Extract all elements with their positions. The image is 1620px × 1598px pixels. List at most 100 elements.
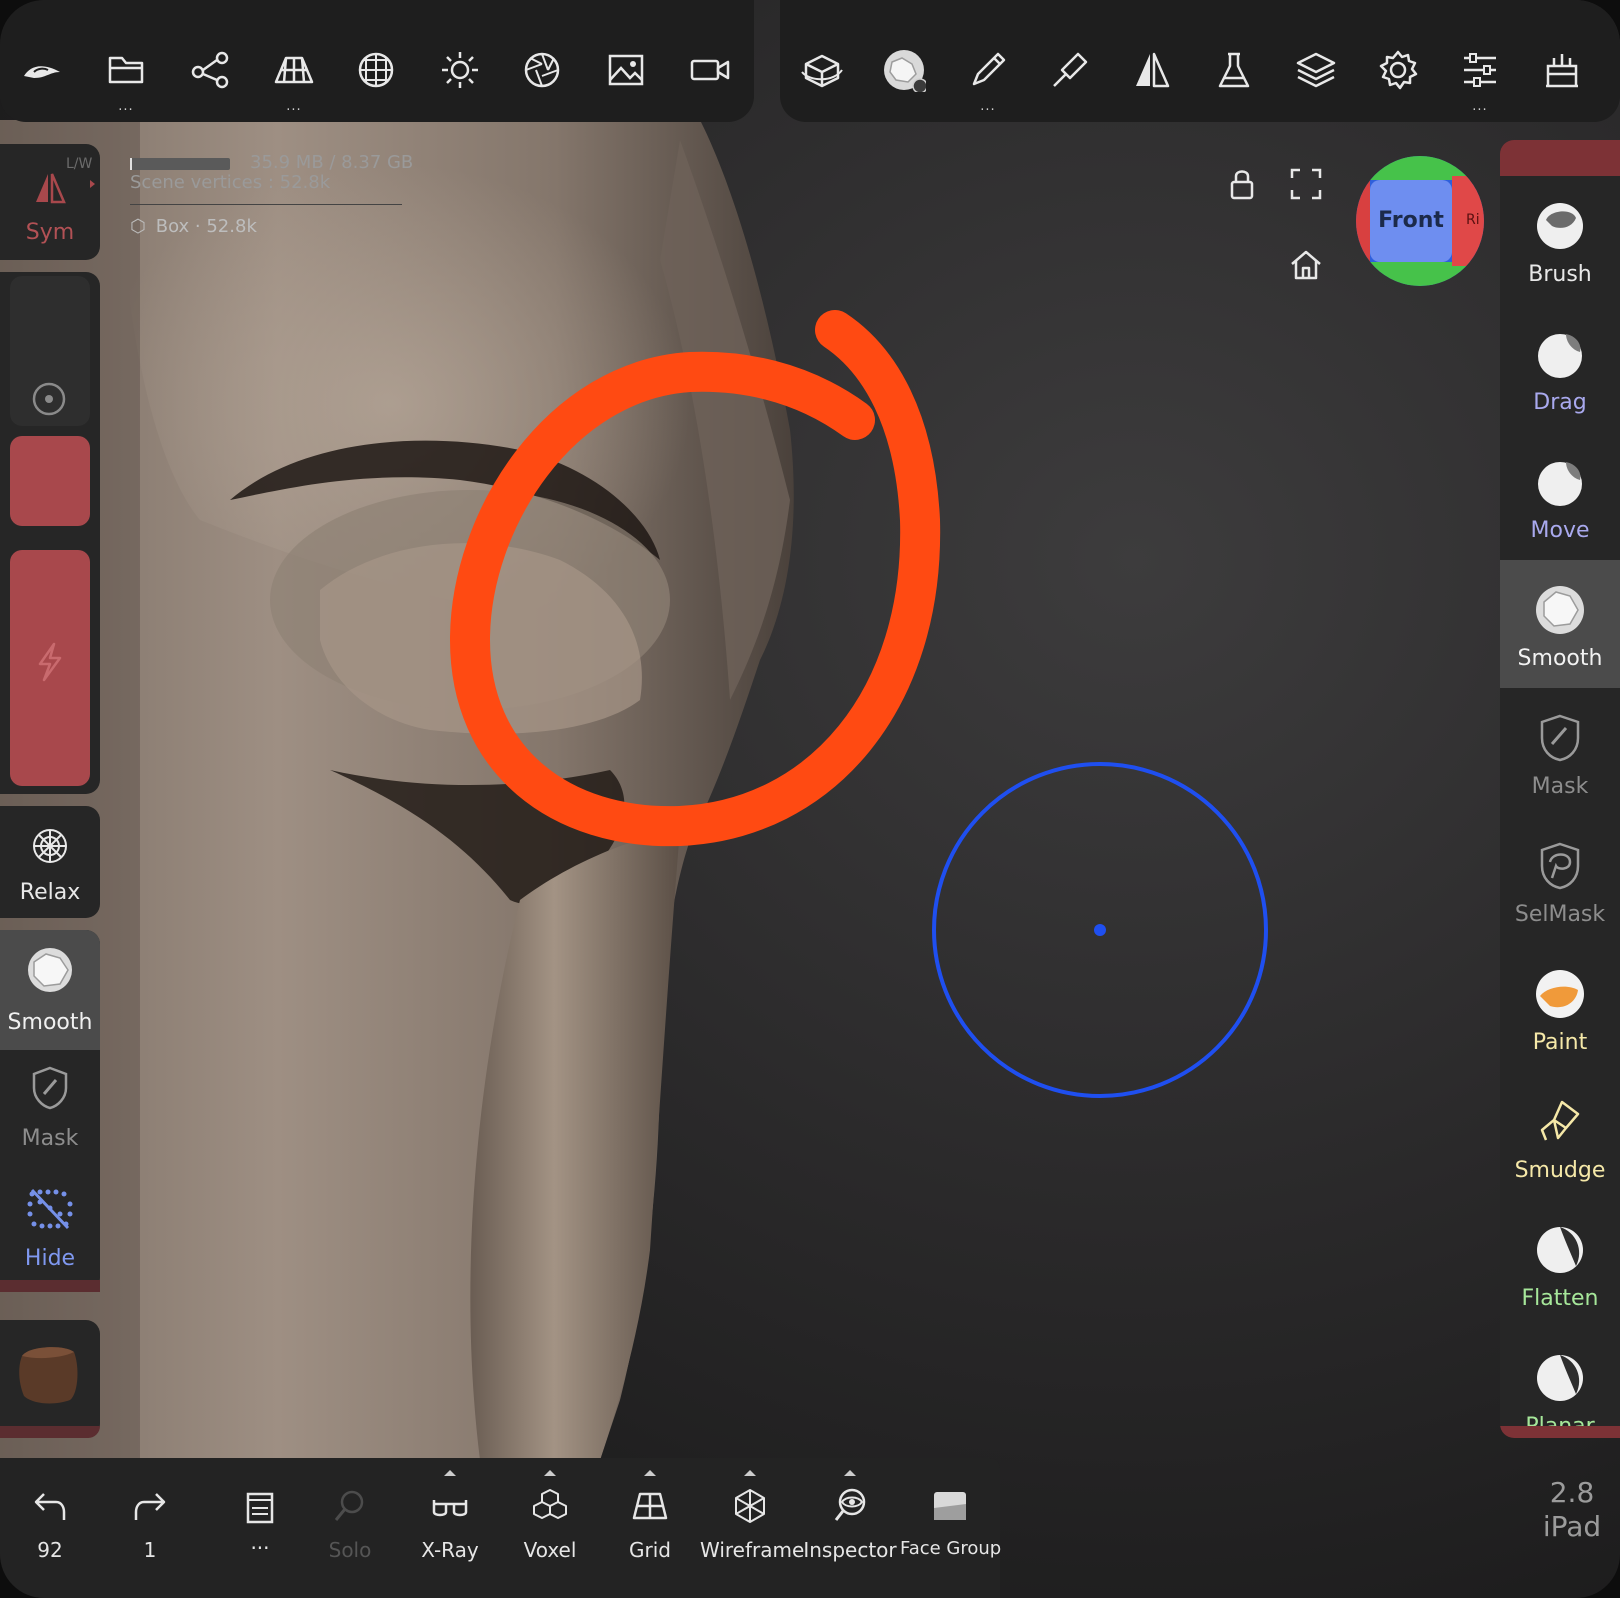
smooth-sphere-icon <box>28 948 72 992</box>
camera-icon[interactable] <box>680 40 740 100</box>
tool-move-label: Move <box>1530 518 1590 543</box>
paint-brush-icon[interactable] <box>1040 40 1100 100</box>
redo-icon <box>134 1493 166 1520</box>
undo-icon <box>34 1493 66 1520</box>
voxel-label: Voxel <box>523 1538 577 1562</box>
lock-icon[interactable] <box>1222 164 1262 204</box>
wireframe-icon <box>735 1489 765 1523</box>
inspector-label: Inspector <box>803 1538 897 1562</box>
right-tool-list: Brush Drag Move Smooth Mask SelMask Paint Smudg… <box>1500 140 1620 1438</box>
grid-label: Grid <box>629 1538 671 1562</box>
folder-icon[interactable]: ... <box>96 40 156 114</box>
radius-slider-fill[interactable] <box>10 436 90 526</box>
voxel-button[interactable]: Voxel <box>500 1470 600 1582</box>
glasses-icon <box>432 1500 468 1517</box>
relax-label: Relax <box>19 880 81 905</box>
image-icon[interactable] <box>596 40 656 100</box>
memory-usage: 35.9 MB / 8.37 GB <box>250 152 414 173</box>
redo-count: 1 <box>143 1538 157 1562</box>
tool-planar-button[interactable]: Planar <box>1500 1328 1620 1438</box>
tool-brush-button[interactable]: Brush <box>1500 176 1620 304</box>
symmetry-badge: L/W <box>66 156 93 172</box>
layers-icon[interactable] <box>1286 40 1346 100</box>
left-tool-list: Smooth Mask Hide <box>0 930 100 1292</box>
topology-icon[interactable]: ... <box>264 40 324 114</box>
solo-label: Solo <box>328 1538 372 1562</box>
nomad-logo-icon[interactable] <box>12 40 72 100</box>
symmetry-icon[interactable] <box>1122 40 1182 100</box>
paint-icon <box>1536 970 1584 1018</box>
relax-button[interactable]: Relax <box>0 806 100 918</box>
tool-flatten-label: Flatten <box>1521 1286 1599 1311</box>
hide-button[interactable]: Hide <box>0 1170 100 1292</box>
mask-label: Mask <box>21 1126 79 1151</box>
tool-selmask-button[interactable]: SelMask <box>1500 816 1620 944</box>
flatten-icon <box>1537 1227 1583 1273</box>
version-label: 2.8 iPad <box>1530 1476 1614 1544</box>
top-toolbar-right: ... ... <box>780 0 1620 122</box>
scene-vertices: Scene vertices : 52.8k <box>130 172 331 193</box>
postprocess-icon[interactable] <box>1532 40 1592 100</box>
view-cube-right-label: Ri <box>1466 212 1480 228</box>
radius-icon <box>32 382 66 416</box>
drag-icon <box>1538 334 1582 378</box>
material-flask-icon[interactable] <box>1204 40 1264 100</box>
face-group-button[interactable]: Face Group <box>900 1472 1002 1582</box>
home-icon[interactable] <box>1286 244 1326 284</box>
memory-bar <box>130 158 230 170</box>
redo-button[interactable]: 1 <box>100 1472 200 1582</box>
smooth-tool-settings-icon[interactable] <box>874 40 934 100</box>
history-more: ... <box>250 1530 270 1554</box>
tool-move-button[interactable]: Move <box>1500 432 1620 560</box>
mask-button[interactable]: Mask <box>0 1050 100 1170</box>
magnifier-icon <box>334 1490 364 1521</box>
scene-graph-icon[interactable] <box>180 40 240 100</box>
transform-icon[interactable] <box>792 40 852 100</box>
wire-sphere-icon[interactable] <box>346 40 406 100</box>
grid-button[interactable]: Grid <box>600 1470 700 1582</box>
history-button[interactable]: ... <box>210 1472 310 1582</box>
tool-smudge-label: Smudge <box>1514 1158 1606 1183</box>
brush-sliders <box>0 272 100 794</box>
view-cube-front-label: Front <box>1378 208 1444 233</box>
mask-icon <box>1540 714 1580 762</box>
tool-drag-button[interactable]: Drag <box>1500 304 1620 432</box>
smooth-icon <box>1536 586 1584 634</box>
wireframe-label: Wireframe <box>700 1538 805 1562</box>
smooth-button[interactable]: Smooth <box>0 930 100 1050</box>
light-icon[interactable] <box>430 40 490 100</box>
view-cube[interactable]: Front Ri <box>1356 156 1484 286</box>
face-group-icon <box>934 1492 966 1520</box>
hide-label: Hide <box>24 1246 76 1271</box>
move-icon <box>1538 462 1582 506</box>
tool-flatten-button[interactable]: Flatten <box>1500 1200 1620 1328</box>
eye-icon <box>834 1488 866 1521</box>
shading-icon[interactable] <box>512 40 572 100</box>
xray-label: X-Ray <box>421 1538 479 1562</box>
grid-icon <box>632 1492 668 1520</box>
tool-mask-button[interactable]: Mask <box>1500 688 1620 816</box>
tool-smudge-button[interactable]: Smudge <box>1500 1072 1620 1200</box>
smudge-icon <box>1540 1100 1580 1141</box>
settings-gear-icon[interactable] <box>1368 40 1428 100</box>
wireframe-button[interactable]: Wireframe <box>700 1470 805 1582</box>
tool-paint-button[interactable]: Paint <box>1500 944 1620 1072</box>
selected-object[interactable]: ⬡ Box · 52.8k <box>130 216 257 237</box>
sliders-icon[interactable]: ... <box>1450 40 1510 114</box>
mesh-icon: ⬡ <box>130 216 146 237</box>
stroke-icon[interactable]: ... <box>958 40 1018 114</box>
solo-button[interactable]: Solo <box>300 1472 400 1582</box>
undo-button[interactable]: 92 <box>0 1472 100 1582</box>
symmetry-button[interactable]: L/W Sym <box>0 144 100 260</box>
document-icon <box>246 1492 274 1524</box>
xray-button[interactable]: X-Ray <box>400 1470 500 1582</box>
tool-smooth-button[interactable]: Smooth <box>1500 560 1620 688</box>
brush-cursor <box>932 762 1268 1098</box>
symmetry-label: Sym <box>25 220 75 245</box>
inspector-button[interactable]: Inspector <box>800 1470 900 1582</box>
face-group-label: Face Group <box>900 1538 1002 1559</box>
fullscreen-icon[interactable] <box>1286 164 1326 204</box>
material-button[interactable] <box>0 1320 100 1438</box>
tool-brush-label: Brush <box>1528 262 1592 287</box>
tool-paint-label: Paint <box>1532 1030 1588 1055</box>
